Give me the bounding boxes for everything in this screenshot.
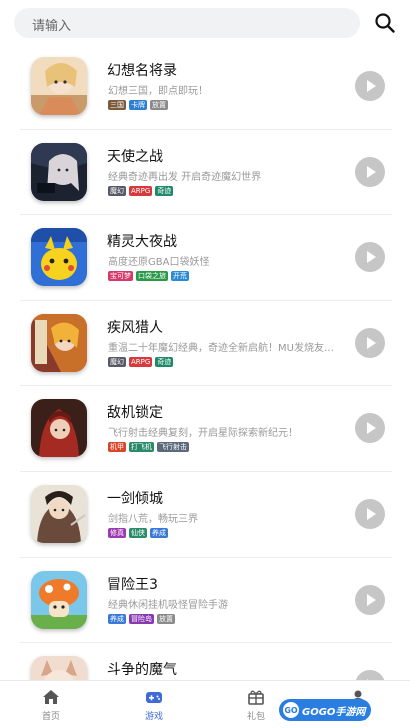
game-tag: 放置 — [157, 613, 175, 624]
game-title: 敌机锁定 — [107, 405, 163, 422]
game-tag: 宝可梦 — [108, 271, 133, 282]
tag-row: 宝可梦 口袋之旅 开荒 — [108, 271, 189, 282]
game-icon-maoxian[interactable] — [31, 570, 87, 629]
game-tag: 飞行射击 — [157, 442, 189, 453]
game-icon-jingling[interactable] — [31, 228, 87, 287]
game-list-item[interactable]: 幻想名将录 幻想三国，即点即玩！ 三国 卡牌 放置 — [0, 44, 410, 130]
game-list-item[interactable]: 一剑倾城 剑指八荒，畅玩三界 修真 仙侠 养成 — [0, 472, 410, 558]
game-tag: 口袋之旅 — [136, 271, 168, 282]
game-tag: 养成 — [150, 527, 168, 538]
game-list-item[interactable]: 疾风猎人 重温二十年魔幻经典，奇迹全新启航！MU发烧友必玩 魔幻 ARPG 奇迹 — [0, 301, 410, 387]
play-icon — [367, 251, 376, 264]
play-icon — [367, 80, 376, 92]
site-watermark: GO GOGO手游网 — [279, 699, 371, 721]
tab-label: 游戏 — [144, 712, 163, 722]
play-button[interactable] — [355, 498, 385, 529]
game-list-item[interactable]: 天使之战 经典奇迹再出发 开启奇迹魔幻世界 魔幻 ARPG 奇迹 — [0, 130, 410, 216]
play-icon — [367, 507, 376, 520]
play-icon — [367, 422, 376, 435]
tag-row: 机甲 打飞机 飞行射击 — [108, 442, 189, 453]
watermark-text: GOGO手游网 — [302, 706, 366, 718]
game-icon-yijian[interactable] — [31, 484, 87, 543]
game-tag: 冒险岛 — [129, 613, 154, 624]
game-desc: 飞行射击经典复刻，开启星际探索新纪元！ — [108, 428, 298, 440]
play-button[interactable] — [355, 670, 385, 680]
play-icon — [367, 336, 376, 349]
game-title: 冒险王3 — [107, 576, 158, 593]
game-title: 一剑倾城 — [107, 490, 163, 507]
game-desc: 高度还原GBA口袋妖怪 — [108, 257, 210, 269]
game-icon-diji[interactable] — [31, 399, 87, 458]
game-desc: 幻想三国，即点即玩！ — [108, 86, 208, 97]
game-tag: 卡牌 — [129, 100, 147, 110]
game-title: 精灵大夜战 — [107, 234, 177, 251]
game-title: 幻想名将录 — [107, 63, 177, 79]
game-tag: 仙侠 — [129, 527, 147, 538]
game-icon-douzheng[interactable] — [31, 656, 87, 680]
game-list[interactable]: 幻想名将录 幻想三国，即点即玩！ 三国 卡牌 放置 天使之战 经典奇迹再出发 开… — [0, 44, 410, 680]
play-icon — [367, 593, 376, 606]
game-title: 天使之战 — [107, 148, 163, 165]
game-list-item[interactable]: 精灵大夜战 高度还原GBA口袋妖怪 宝可梦 口袋之旅 开荒 — [0, 215, 410, 301]
game-tag: 打飞机 — [129, 442, 154, 453]
gamepad-icon — [146, 692, 162, 703]
search-placeholder: 请输入 — [32, 19, 72, 34]
search-icon[interactable] — [372, 10, 398, 36]
game-list-item[interactable]: 敌机锁定 飞行射击经典复刻，开启星际探索新纪元！ 机甲 打飞机 飞行射击 — [0, 386, 410, 472]
watermark-logo-icon: GO — [283, 702, 299, 718]
game-tag: 奇迹 — [155, 356, 174, 367]
play-button[interactable] — [355, 413, 385, 444]
tag-row: 魔幻 ARPG 奇迹 — [108, 185, 174, 196]
play-button[interactable] — [355, 242, 385, 273]
game-tag: 修真 — [108, 527, 126, 538]
game-tag: ARPG — [129, 185, 153, 196]
tag-row: 魔幻 ARPG 奇迹 — [108, 356, 174, 367]
game-tag: 奇迹 — [155, 185, 174, 196]
game-tag: 三国 — [108, 100, 126, 110]
game-tag: ARPG — [129, 356, 153, 367]
tag-row: 修真 仙侠 养成 — [108, 527, 168, 538]
game-icon-tianshi[interactable] — [31, 142, 87, 201]
play-button[interactable] — [355, 156, 385, 187]
game-title: 斗争的魔气 — [107, 662, 177, 679]
game-title: 疾风猎人 — [107, 319, 163, 336]
play-button[interactable] — [355, 584, 385, 615]
game-desc: 经典休闲挂机吸怪冒险手游 — [108, 599, 228, 611]
game-tag: 机甲 — [108, 442, 126, 453]
game-icon-jifeng[interactable] — [31, 313, 87, 372]
tab-label: 首页 — [41, 712, 60, 722]
play-button[interactable] — [355, 327, 385, 358]
game-tag: 开荒 — [171, 271, 189, 282]
tag-row: 三国 卡牌 放置 — [108, 100, 168, 110]
game-icon-huanxiang[interactable] — [31, 57, 87, 115]
tab-home[interactable]: 首页 — [6, 681, 96, 728]
game-desc: 剑指八荒，畅玩三界 — [108, 513, 198, 525]
play-icon — [367, 679, 369, 680]
search-input[interactable]: 请输入 — [14, 8, 360, 38]
game-desc: 经典奇迹再出发 开启奇迹魔幻世界 — [108, 171, 262, 183]
game-tag: 放置 — [150, 100, 168, 110]
game-tag: 养成 — [108, 613, 126, 624]
game-tag: 魔幻 — [108, 356, 126, 367]
game-tag: 魔幻 — [108, 185, 126, 196]
home-icon — [43, 690, 59, 704]
play-icon — [367, 165, 376, 178]
game-desc: 重温二十年魔幻经典，奇迹全新启航！MU发烧友必玩 — [108, 342, 340, 354]
game-list-item[interactable]: 斗争的魔气 — [0, 643, 410, 680]
tab-games[interactable]: 游戏 — [109, 681, 199, 728]
gift-icon — [248, 690, 264, 705]
play-button[interactable] — [355, 71, 385, 101]
game-list-item[interactable]: 冒险王3 经典休闲挂机吸怪冒险手游 养成 冒险岛 放置 — [0, 558, 410, 644]
tag-row: 养成 冒险岛 放置 — [108, 613, 175, 624]
